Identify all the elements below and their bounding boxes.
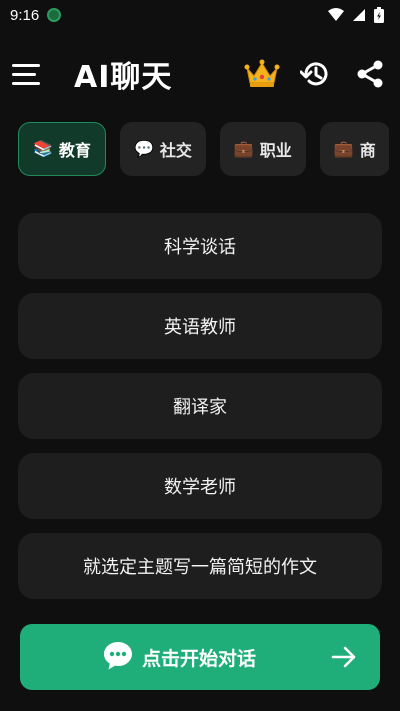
prompt-options-list: 科学谈话 英语教师 翻译家 数学老师 就选定主题写一篇简短的作文 xyxy=(18,213,382,599)
option-translator[interactable]: 翻译家 xyxy=(18,373,382,439)
start-button-label: 点击开始对话 xyxy=(142,647,257,670)
menu-icon[interactable] xyxy=(12,58,44,90)
notification-app-icon xyxy=(47,8,62,22)
history-button[interactable] xyxy=(298,56,334,92)
tab-business[interactable]: 💼 商 xyxy=(319,122,389,176)
tab-label: 职业 xyxy=(259,141,292,160)
option-science-talk[interactable]: 科学谈话 xyxy=(18,213,382,279)
tab-education[interactable]: 📚 教育 xyxy=(18,122,106,176)
tab-label: 社交 xyxy=(159,141,192,160)
start-chat-button[interactable]: 点击开始对话 xyxy=(20,624,380,690)
briefcase-icon: 💼 xyxy=(333,139,354,158)
status-time: 9:16 xyxy=(10,6,40,24)
app-header: AI聊天 xyxy=(0,42,400,106)
vip-crown-button[interactable] xyxy=(244,56,280,92)
books-icon: 📚 xyxy=(33,139,53,158)
speech-bubble-icon: 💬 xyxy=(133,139,154,158)
header-actions xyxy=(244,56,388,92)
category-tabs: 📚 教育 💬 社交 💼 职业 💼 商 xyxy=(18,122,389,178)
page-title: AI聊天 xyxy=(74,60,173,95)
crown-icon xyxy=(244,59,280,87)
tab-label: 商 xyxy=(359,141,376,160)
option-short-essay[interactable]: 就选定主题写一篇简短的作文 xyxy=(18,533,382,599)
share-button[interactable] xyxy=(352,56,388,92)
tab-label: 教育 xyxy=(58,141,91,160)
app-screen: 9:16 AI聊天 📚 教育 💬 社交 💼 职业 💼 商 科学谈话 英语教师 翻… xyxy=(0,0,400,711)
share-icon xyxy=(357,60,383,88)
option-english-teacher[interactable]: 英语教师 xyxy=(18,293,382,359)
arrow-right-icon xyxy=(331,646,356,668)
status-bar: 9:16 xyxy=(0,0,400,30)
status-right xyxy=(328,7,384,23)
briefcase-icon: 💼 xyxy=(233,139,254,158)
chat-bubble-icon xyxy=(104,642,132,670)
option-math-teacher[interactable]: 数学老师 xyxy=(18,453,382,519)
history-icon xyxy=(300,62,328,86)
status-left: 9:16 xyxy=(10,6,62,24)
tab-social[interactable]: 💬 社交 xyxy=(119,122,206,176)
battery-icon xyxy=(374,7,384,23)
tab-career[interactable]: 💼 职业 xyxy=(219,122,306,176)
signal-icon xyxy=(353,9,365,21)
wifi-icon xyxy=(328,8,344,21)
